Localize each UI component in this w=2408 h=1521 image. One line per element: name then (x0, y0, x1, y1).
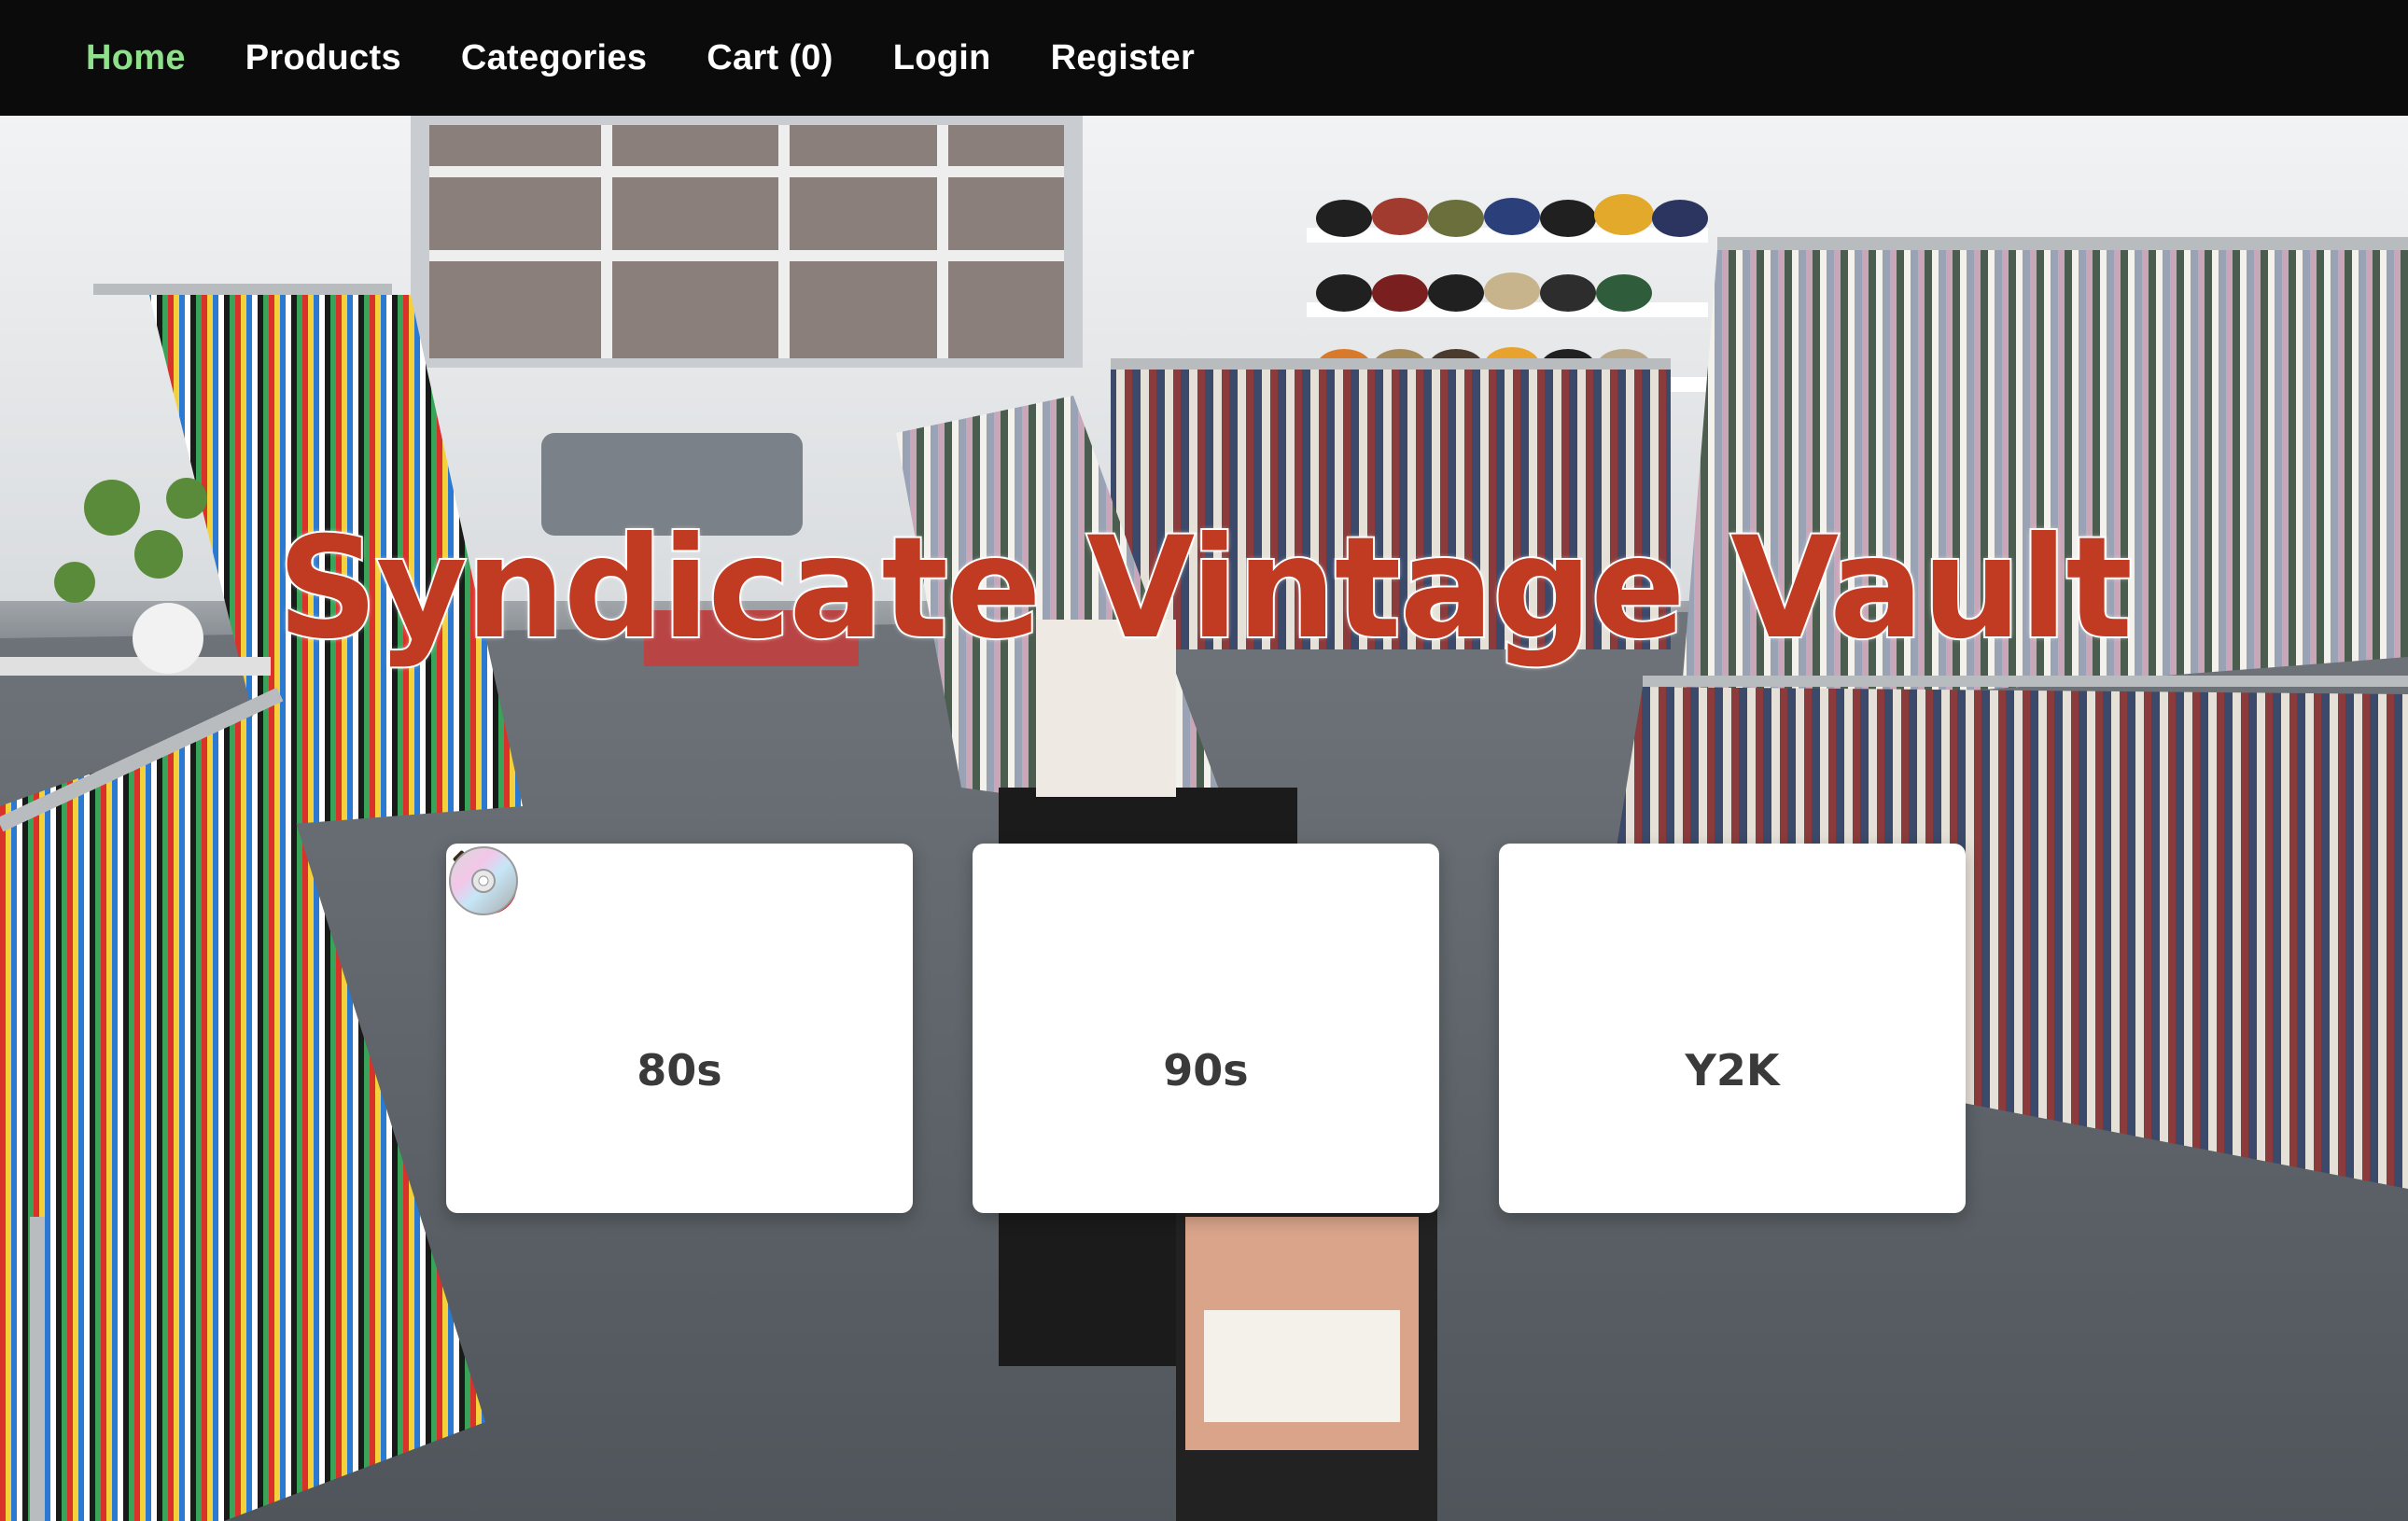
store-background-image (0, 116, 2408, 1521)
era-card-90s[interactable]: 90s (459, 844, 1439, 1213)
nav-register-link[interactable]: Register (1051, 38, 1195, 78)
cd-icon (449, 846, 1774, 1004)
era-cards: 80s 90s Y2K (446, 844, 1966, 1213)
nav-categories-link[interactable]: Categories (461, 38, 647, 78)
era-label-y2k: Y2K (1685, 1045, 1780, 1095)
microphone-icon (459, 851, 1248, 1004)
nav-login-link[interactable]: Login (893, 38, 991, 78)
guitar-icon (453, 850, 721, 1004)
top-navbar: Home Products Categories Cart (0) Login … (0, 0, 2408, 116)
nav-cart-link[interactable]: Cart (0) (707, 38, 833, 78)
nav-home-link[interactable]: Home (86, 38, 186, 78)
era-label-80s: 80s (637, 1045, 722, 1095)
store-title: Syndicate Vintage Vault (275, 506, 2135, 672)
page: Home Products Categories Cart (0) Login … (0, 0, 2408, 1521)
era-card-y2k[interactable]: Y2K (449, 844, 1966, 1213)
nav-products-link[interactable]: Products (245, 38, 401, 78)
hero-section: Syndicate Vintage Vault 80s 90s Y2K (0, 116, 2408, 1521)
era-label-90s: 90s (1163, 1045, 1249, 1095)
